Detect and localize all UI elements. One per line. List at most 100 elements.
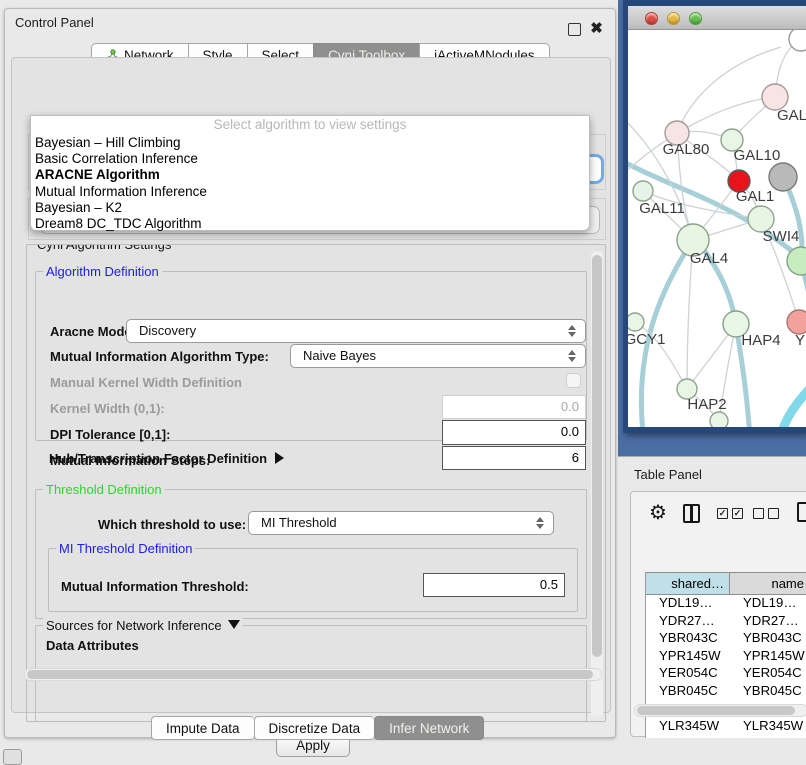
control-panel-window: Control Panel ✖ NetworkStyleSelectCyni T…: [4, 8, 616, 738]
network-node[interactable]: [628, 313, 644, 331]
node-label: GCY1: [628, 331, 665, 348]
collapsed-arrow-icon: [275, 452, 284, 464]
algorithm-definition-title: Algorithm Definition: [43, 264, 162, 279]
table-cell: YPR145W: [743, 648, 806, 663]
document-icon[interactable]: [797, 502, 806, 522]
table-horizontal-scrollbar[interactable]: [634, 704, 806, 717]
kernel-width-input[interactable]: 0.0: [442, 395, 586, 419]
which-threshold-combo[interactable]: MI Threshold: [248, 511, 554, 535]
mi-algorithm-type-combo[interactable]: Naive Bayes: [290, 344, 586, 368]
mi-type-value: Naive Bayes: [303, 348, 376, 363]
manual-kernel-checkbox[interactable]: [566, 373, 581, 388]
table-row[interactable]: YBR045CYBR045C9.: [646, 683, 806, 701]
algorithm-definition-group: Algorithm Definition Aracne Mode: Discov…: [35, 271, 587, 441]
dpi-tolerance-input[interactable]: 0.0: [442, 420, 586, 445]
mi-type-label: Mutual Information Algorithm Type:: [50, 349, 269, 364]
table-row[interactable]: YPR145WYPR145W9.: [646, 648, 806, 666]
node-label: GAL: [777, 107, 806, 124]
column-header-shared…[interactable]: shared…: [646, 572, 730, 595]
cyni-bottom-tabs: Impute DataDiscretize DataInfer Network: [151, 716, 484, 740]
network-canvas[interactable]: GALGAL80GAL10GAL11GAL1SWI4GAL4GCY1HAP4YH…: [628, 30, 806, 427]
network-node[interactable]: [787, 310, 806, 334]
unchecked-box-icon: [768, 508, 779, 519]
close-traffic-light-icon[interactable]: [645, 12, 658, 25]
hub-definition-label: Hub/Transcription Factor Definition: [49, 451, 267, 466]
bottom-tab-impute-data[interactable]: Impute Data: [151, 716, 254, 740]
table-row[interactable]: YER054CYER054C8.: [646, 665, 806, 683]
control-panel-title: Control Panel: [15, 15, 94, 30]
table-cell: YLR345W: [743, 718, 806, 733]
table-cell: YIL052C: [659, 736, 737, 738]
aracne-mode-value: Discovery: [139, 323, 196, 338]
minimized-panel-button[interactable]: [3, 749, 22, 765]
table-cell: YER054C: [659, 665, 737, 680]
aracne-mode-combo[interactable]: Discovery: [126, 319, 586, 343]
threshold-definition-group: Threshold Definition Which threshold to …: [35, 489, 587, 619]
network-window-titlebar[interactable]: [628, 6, 806, 30]
manual-kernel-label: Manual Kernel Width Definition: [50, 375, 242, 390]
mi-steps-input[interactable]: 6: [442, 446, 586, 470]
table-row[interactable]: YIL052CYIL052C9: [646, 736, 806, 738]
scrollbar-thumb[interactable]: [27, 670, 593, 679]
algorithm-dropdown-popup: Select algorithm to view settings Bayesi…: [30, 115, 590, 231]
algorithm-dropdown-items: Bayesian – Hill ClimbingBasic Correlatio…: [31, 135, 589, 232]
algorithm-option[interactable]: Bayesian – Hill Climbing: [31, 135, 589, 151]
bottom-tab-discretize-data[interactable]: Discretize Data: [254, 716, 375, 740]
cyni-algorithm-settings-group: Cyni Algorithm Settings Algorithm Defini…: [26, 244, 606, 722]
network-node[interactable]: [789, 30, 806, 51]
select-all-checkboxes-icon[interactable]: ✓ ✓: [717, 508, 743, 519]
mi-threshold-group: MI Threshold Definition Mutual Informati…: [48, 548, 578, 612]
minimize-traffic-light-icon[interactable]: [667, 12, 680, 25]
combo-stepper-icon: [568, 349, 577, 363]
columns-icon[interactable]: [683, 504, 700, 523]
expanded-arrow-icon: [228, 620, 240, 629]
gear-icon[interactable]: ⚙: [649, 500, 667, 525]
combo-stepper-icon: [536, 516, 545, 530]
node-label: HAP2: [687, 396, 726, 413]
mi-threshold-label: Mutual Information Threshold:: [61, 579, 249, 594]
table-cell: YBR043C: [743, 630, 806, 645]
table-cell: YBR043C: [659, 630, 737, 645]
table-cell: YDR27…: [743, 613, 806, 628]
table-cell: YBR045C: [743, 683, 806, 698]
table-panel-section: Table Panel ⚙ ✓ ✓ shared…nameYDL19…YDL19…: [618, 456, 806, 762]
settings-horizontal-scrollbar[interactable]: [24, 668, 602, 681]
settings-vertical-scrollbar[interactable]: [591, 251, 603, 717]
network-view-window: GALGAL80GAL10GAL11GAL1SWI4GAL4GCY1HAP4YH…: [623, 0, 806, 433]
which-threshold-value: MI Threshold: [261, 515, 337, 530]
algorithm-option[interactable]: Bayesian – K2: [31, 200, 589, 216]
unchecked-box-icon: [753, 508, 764, 519]
node-label: HAP4: [741, 332, 780, 349]
algorithm-option[interactable]: ARACNE Algorithm: [31, 167, 589, 183]
mi-threshold-input[interactable]: 0.5: [423, 573, 565, 597]
sources-group-title[interactable]: Sources for Network Inference: [43, 618, 243, 633]
combo-stepper-icon: [568, 324, 577, 338]
scrollbar-thumb[interactable]: [592, 255, 602, 657]
network-edge[interactable]: [781, 381, 806, 427]
node-label: GAL10: [734, 147, 781, 164]
algorithm-option[interactable]: Dream8 DC_TDC Algorithm: [31, 216, 589, 232]
table-cell: YBR045C: [659, 683, 737, 698]
scrollbar-thumb[interactable]: [637, 706, 795, 715]
table-cell: YLR345W: [659, 718, 737, 733]
close-window-icon[interactable]: ✖: [590, 23, 603, 36]
table-row[interactable]: YDR27…YDR27…12: [646, 613, 806, 631]
table-row[interactable]: YLR345WYLR345W9.: [646, 718, 806, 736]
algorithm-option[interactable]: Basic Correlation Inference: [31, 151, 589, 167]
table-row[interactable]: YDL19…YDL19…13: [646, 595, 806, 613]
hub-definition-toggle[interactable]: Hub/Transcription Factor Definition: [49, 451, 284, 466]
algorithm-option[interactable]: Mutual Information Inference: [31, 184, 589, 200]
deselect-all-checkboxes-icon[interactable]: [753, 508, 779, 519]
table-cell: YDL19…: [659, 595, 737, 610]
table-row[interactable]: YBR043C YBR043C: [646, 630, 806, 648]
network-node[interactable]: [633, 181, 653, 201]
control-panel-titlebar[interactable]: Control Panel ✖: [5, 9, 615, 35]
node-label: GAL4: [690, 250, 728, 267]
algorithm-dropdown-placeholder: Select algorithm to view settings: [31, 117, 589, 135]
zoom-traffic-light-icon[interactable]: [689, 12, 702, 25]
column-header-name[interactable]: name: [730, 572, 806, 595]
float-window-icon[interactable]: [568, 23, 581, 36]
network-node[interactable]: [710, 412, 728, 427]
bottom-tab-infer-network[interactable]: Infer Network: [374, 716, 484, 740]
network-node[interactable]: [769, 163, 797, 191]
